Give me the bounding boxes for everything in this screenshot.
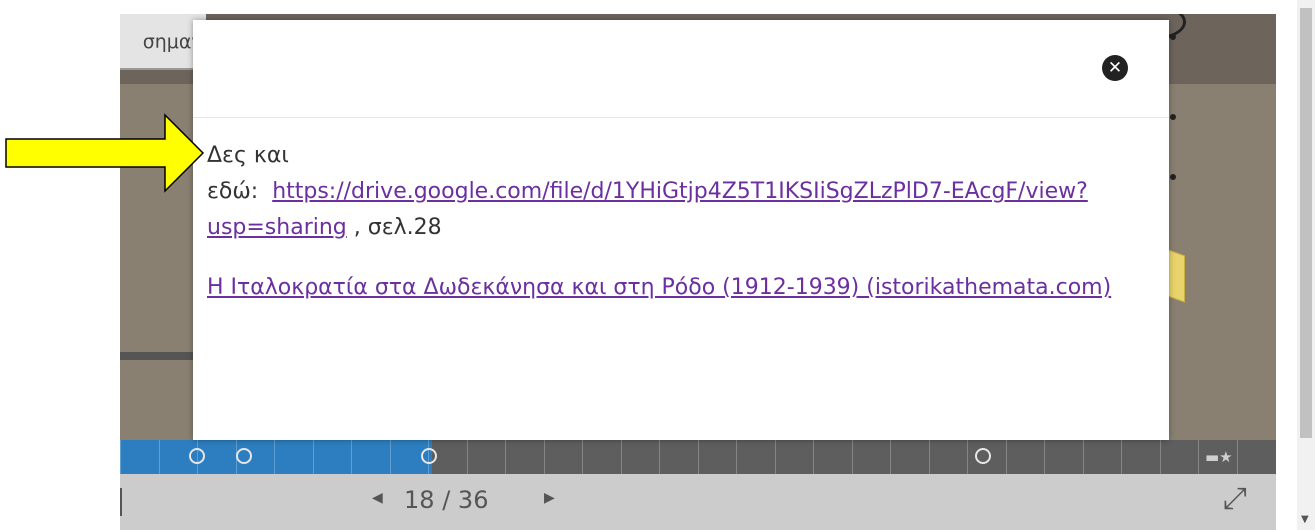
timeline-tick — [852, 440, 853, 474]
timeline-progress — [120, 440, 432, 474]
timeline-tick — [698, 440, 699, 474]
pen-star-icon[interactable]: ▬★ — [1205, 448, 1233, 466]
yellow-arrow-icon — [5, 113, 205, 193]
timeline-tick — [1044, 440, 1045, 474]
reference-paragraph: Δες και εδώ: https://drive.google.com/fi… — [207, 138, 1147, 246]
nav-left-edge — [120, 488, 122, 516]
timeline-tick — [1083, 440, 1084, 474]
page-indicator: 18 / 36 — [404, 486, 488, 514]
timeline-tick — [929, 440, 930, 474]
timeline-tick — [505, 440, 506, 474]
timeline-tick — [274, 440, 275, 474]
pin-icon — [1170, 34, 1176, 40]
timeline-marker[interactable] — [236, 448, 252, 464]
timeline-tick — [351, 440, 352, 474]
timeline-tick — [1121, 440, 1122, 474]
expand-icon: ⤢ — [1223, 481, 1247, 516]
timeline-tick — [1237, 440, 1238, 474]
scrollbar-thumb[interactable] — [1300, 8, 1312, 438]
here-label: εδώ: — [207, 179, 259, 204]
timeline-tick — [1006, 440, 1007, 474]
timeline-marker[interactable] — [421, 448, 437, 464]
timeline-tick — [813, 440, 814, 474]
timeline-tick — [775, 440, 776, 474]
pin-icon — [1170, 174, 1176, 180]
slide-divider — [120, 352, 200, 360]
vertical-scrollbar[interactable]: ▼ — [1297, 0, 1315, 530]
timeline-tick — [967, 440, 968, 474]
current-page: 18 — [404, 486, 435, 514]
close-icon: ✕ — [1107, 58, 1123, 78]
timeline-tick — [1160, 440, 1161, 474]
slide-timeline[interactable]: ▬★ — [120, 440, 1276, 474]
pin-icon — [1170, 114, 1176, 120]
info-modal: ✕ Δες και εδώ: https://drive.google.com/… — [193, 20, 1169, 440]
previous-page-button[interactable]: ◀ — [372, 490, 383, 506]
timeline-tick — [544, 440, 545, 474]
modal-header: ✕ — [193, 20, 1169, 118]
next-page-button[interactable]: ▶ — [544, 490, 555, 506]
navigation-bar: ◀ 18 / 36 ▶ ⤢ — [120, 474, 1276, 530]
timeline-tick — [120, 440, 121, 474]
timeline-tick — [159, 440, 160, 474]
timeline-tick — [1198, 440, 1199, 474]
page-reference: , σελ.28 — [353, 215, 442, 240]
timeline-tick — [736, 440, 737, 474]
close-button[interactable]: ✕ — [1102, 55, 1128, 81]
article-paragraph: Η Ιταλοκρατία στα Δωδεκάνησα και στη Ρόδ… — [207, 270, 1147, 306]
timeline-marker[interactable] — [189, 448, 205, 464]
timeline-tick — [621, 440, 622, 474]
timeline-tick — [659, 440, 660, 474]
total-pages: 36 — [457, 486, 489, 514]
timeline-tick — [890, 440, 891, 474]
page-separator: / — [442, 486, 451, 514]
timeline-marker[interactable] — [975, 448, 991, 464]
timeline-tick — [467, 440, 468, 474]
scroll-down-icon[interactable]: ▼ — [1301, 514, 1309, 525]
intro-text: Δες και — [207, 143, 289, 168]
timeline-tick — [390, 440, 391, 474]
timeline-tick — [313, 440, 314, 474]
article-link[interactable]: Η Ιταλοκρατία στα Δωδεκάνησα και στη Ρόδ… — [207, 275, 1111, 300]
fullscreen-button[interactable]: ⤢ — [1223, 484, 1247, 514]
drive-link[interactable]: https://drive.google.com/file/d/1YHiGtjp… — [207, 179, 1088, 240]
modal-body: Δες και εδώ: https://drive.google.com/fi… — [207, 138, 1147, 306]
timeline-tick — [582, 440, 583, 474]
